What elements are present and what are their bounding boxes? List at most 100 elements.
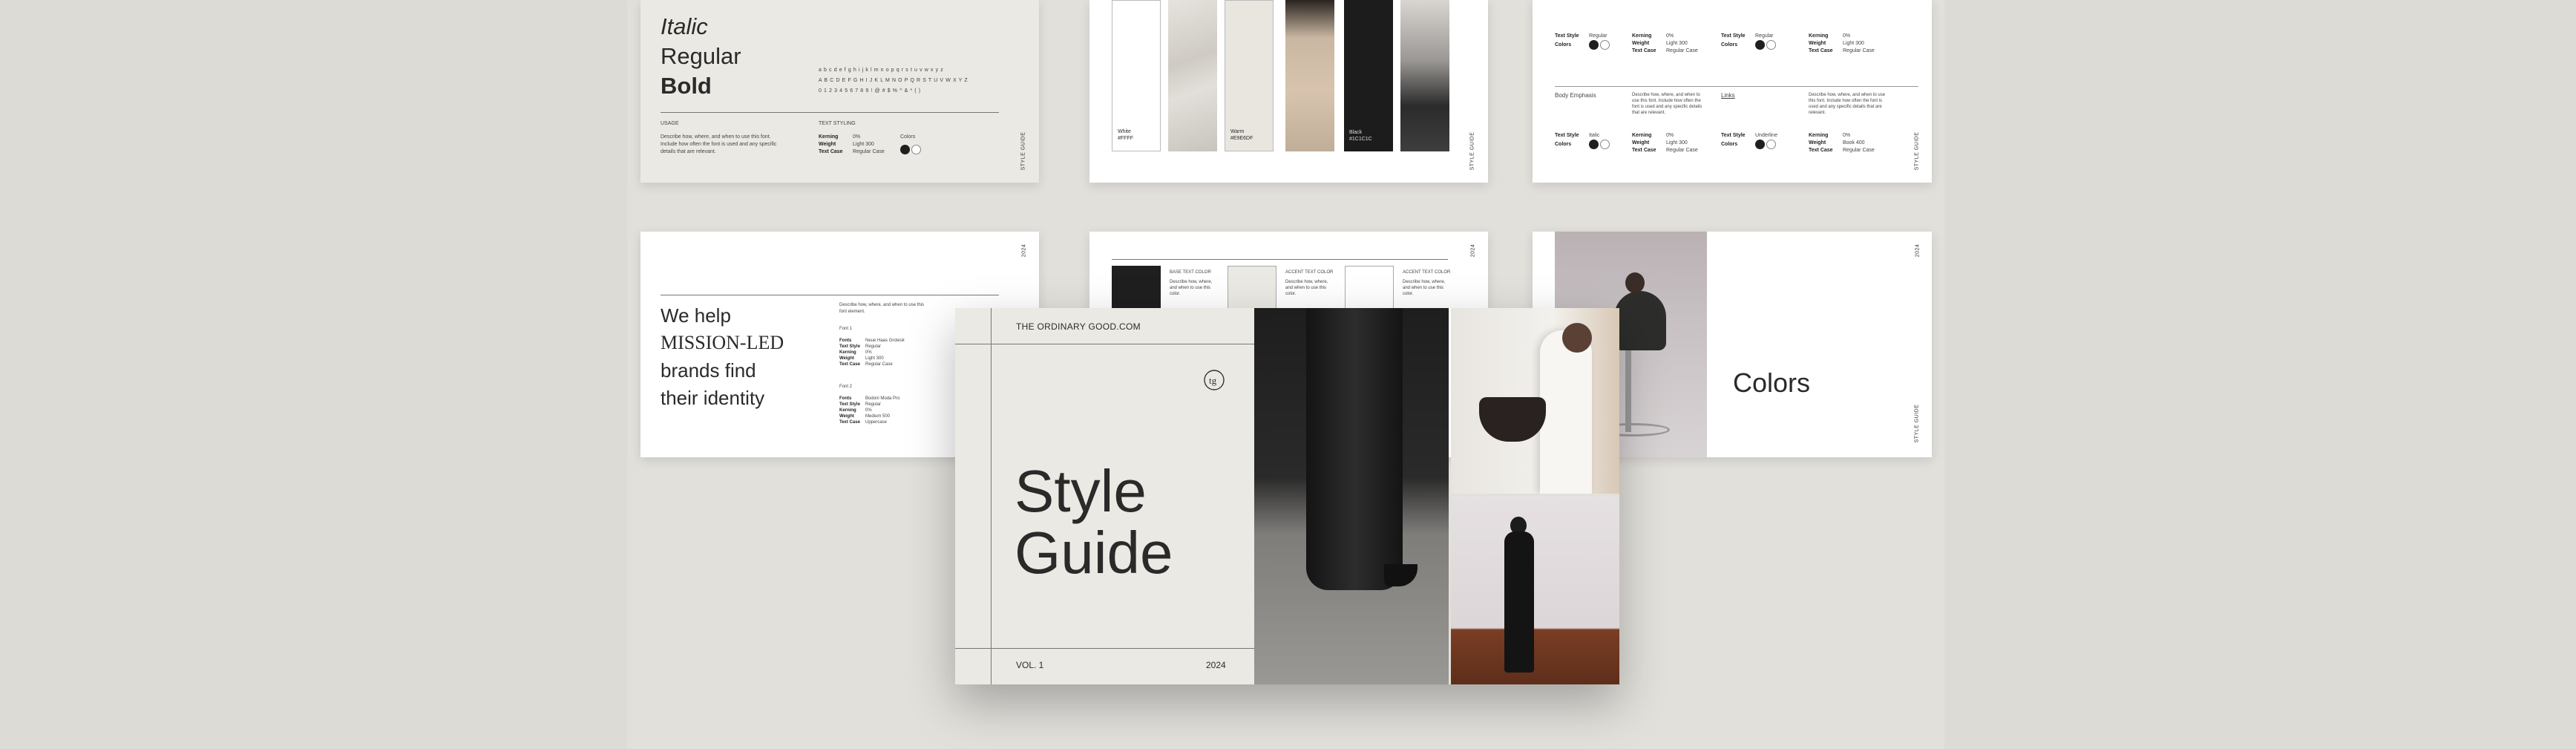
usage-heading: USAGE [661, 121, 679, 126]
colors-title: Colors [1733, 367, 1811, 398]
kv-row: Kerning 0% [839, 350, 872, 355]
divider [1555, 86, 1918, 87]
kv-row: Kerning 0% [1809, 133, 1851, 138]
regular-sample: Regular [661, 43, 741, 69]
font2-heading: Font 2 [839, 385, 853, 389]
kv-row: Kerning 0% [839, 408, 872, 413]
divider [1112, 259, 1448, 260]
accent-body-3: Describe how, where, and when to use thi… [1403, 280, 1446, 296]
fabric-swatch [1400, 0, 1449, 151]
style-block: Text Style Regular Colors [1721, 33, 1777, 50]
accent-heading-2: ACCENT TEXT COLOR [1285, 270, 1334, 275]
black-swatch [1112, 266, 1161, 310]
chair-leg [1625, 350, 1631, 432]
cover-title-2: Guide [1015, 520, 1173, 586]
accent-body-1: Describe how, where, and when to use thi… [1170, 280, 1213, 296]
style-block: Text Style Regular Colors [1555, 33, 1611, 50]
body-emphasis-heading: Body Emphasis [1555, 92, 1596, 99]
style-block: Kerning 0% Weight Light 300 Text Case Regul… [1809, 33, 1875, 55]
white-swatch: White #FFFF [1112, 0, 1161, 151]
year-label: 2024 [1206, 660, 1226, 670]
background-right [1944, 0, 2576, 749]
corner-number: 2024 [1915, 243, 1921, 258]
shoe-shape [1384, 564, 1418, 586]
text-style-slide: Text Style Regular Colors Kerning 0% Weigh… [1533, 0, 1932, 183]
divider [661, 112, 999, 113]
kv-row: Weight Book 400 [1809, 140, 1865, 145]
body-emphasis-desc: Describe how, where, and when to use thi… [1632, 93, 1702, 115]
kv-row: Weight Light 300 [1632, 140, 1688, 145]
trousers-photo [1254, 308, 1449, 684]
kv-row: Text Case Regular Case [1632, 48, 1698, 53]
cover-slide: THE ORDINARY GOOD.COM tg Style Guide VOL… [955, 308, 1619, 684]
kv-row: Colors [1555, 140, 1611, 149]
kv-row: Weight Light 300 [839, 356, 884, 361]
cover-vline [991, 308, 992, 684]
kv-row: Kerning 0% [819, 134, 861, 140]
style-block: Kerning 0% Weight Light 300 Text Case Regul… [1632, 33, 1698, 55]
accent-heading-1: BASE TEXT COLOR [1170, 270, 1211, 275]
lowercase-glyphs: a b c d e f g h i j k l m n o p q r s t … [819, 68, 944, 73]
black-swatch: Black #1C1C1C [1344, 0, 1393, 151]
cover-hline-bottom [955, 648, 1254, 649]
kv-row: Text Style Regular [1555, 33, 1607, 39]
mission-intro: Describe how, where, and when to use thi… [839, 303, 925, 314]
typography-slide: Italic Regular Bold a b c d e f g h i j … [640, 0, 1039, 183]
kv-row: Fonts Bodoni Moda Pro [839, 396, 900, 401]
kv-row: Text Case Regular Case [839, 362, 893, 367]
style-guide-label: STYLE GUIDE [1914, 404, 1920, 443]
swatch-label: White #FFFF [1118, 129, 1133, 141]
swatch-slide: White #FFFF Warm #E9E6DF Black #1C1C1C STYL… [1089, 0, 1488, 183]
trouser-shape [1306, 308, 1403, 590]
mission-line4: their identity [661, 387, 765, 409]
font2-specs: Fonts Bodoni Moda Pro Text Style Regular K… [839, 396, 899, 425]
marble-swatch [1168, 0, 1217, 151]
brand-logo-icon: tg [1203, 369, 1225, 391]
figure-shape [1614, 291, 1666, 350]
mission-line1: We help [661, 304, 731, 327]
style-guide-label: STYLE GUIDE [1020, 131, 1026, 171]
mission-line2: MISSION-LED [661, 332, 784, 353]
corner-number: 2024 [1470, 243, 1476, 258]
black-dot [900, 145, 910, 155]
kv-row: Weight Light 300 [1632, 41, 1688, 46]
links-heading: Links [1721, 92, 1735, 99]
colors-heading: Colors [900, 134, 916, 140]
corner-number: 2024 [1021, 243, 1027, 258]
accent-body-2: Describe how, where, and when to use thi… [1285, 280, 1328, 296]
kv-row: Text Case Regular Case [819, 149, 885, 154]
figure-photo [1451, 496, 1619, 684]
kv-row: Colors [1721, 40, 1777, 50]
warm-swatch [1228, 266, 1276, 310]
handbag-shape [1479, 397, 1546, 442]
kv-row: Text Case Uppercase [839, 420, 888, 425]
kv-row: Colors [1721, 140, 1777, 149]
text-styling-heading: TEXT STYLING [819, 121, 856, 126]
head-shape [1562, 323, 1592, 353]
kv-row: Text Style Regular [839, 344, 882, 349]
figure-shape [1504, 532, 1534, 673]
white-swatch [1345, 266, 1394, 310]
kv-row: Kerning 0% [1809, 33, 1851, 39]
accent-heading-3: ACCENT TEXT COLOR [1403, 270, 1451, 275]
bag-photo [1451, 308, 1619, 494]
style-block: Kerning 0% Weight Book 400 Text Case Regula… [1809, 132, 1875, 154]
font1-specs: Fonts Neue Haas Grotesk Text Style Regular… [839, 338, 905, 367]
swatch-label: Black #1C1C1C [1349, 130, 1372, 142]
brand-name: THE ORDINARY GOOD.COM [1016, 321, 1141, 332]
kv-row: Text Style Regular [839, 402, 882, 407]
warm-swatch: Warm #E9E6DF [1225, 0, 1274, 151]
kv-row: Text Style Italic [1555, 133, 1600, 138]
style-guide-label: STYLE GUIDE [1914, 131, 1920, 171]
cover-panel: THE ORDINARY GOOD.COM tg Style Guide VOL… [955, 308, 1254, 684]
white-dot [911, 145, 921, 155]
kv-row: Text Style Underline [1721, 133, 1777, 138]
kv-row: Weight Light 300 [1809, 41, 1864, 46]
svg-text:tg: tg [1209, 375, 1217, 386]
kv-row: Text Case Regular Case [1632, 148, 1698, 153]
text-styling-list: Kerning 0% Weight Light 300 Text Case Regul… [819, 134, 885, 156]
swatch-label: Warm #E9E6DF [1230, 129, 1253, 141]
italic-sample: Italic [661, 13, 708, 39]
kv-row: Kerning 0% [1632, 33, 1674, 39]
coat-shape [1540, 330, 1592, 494]
